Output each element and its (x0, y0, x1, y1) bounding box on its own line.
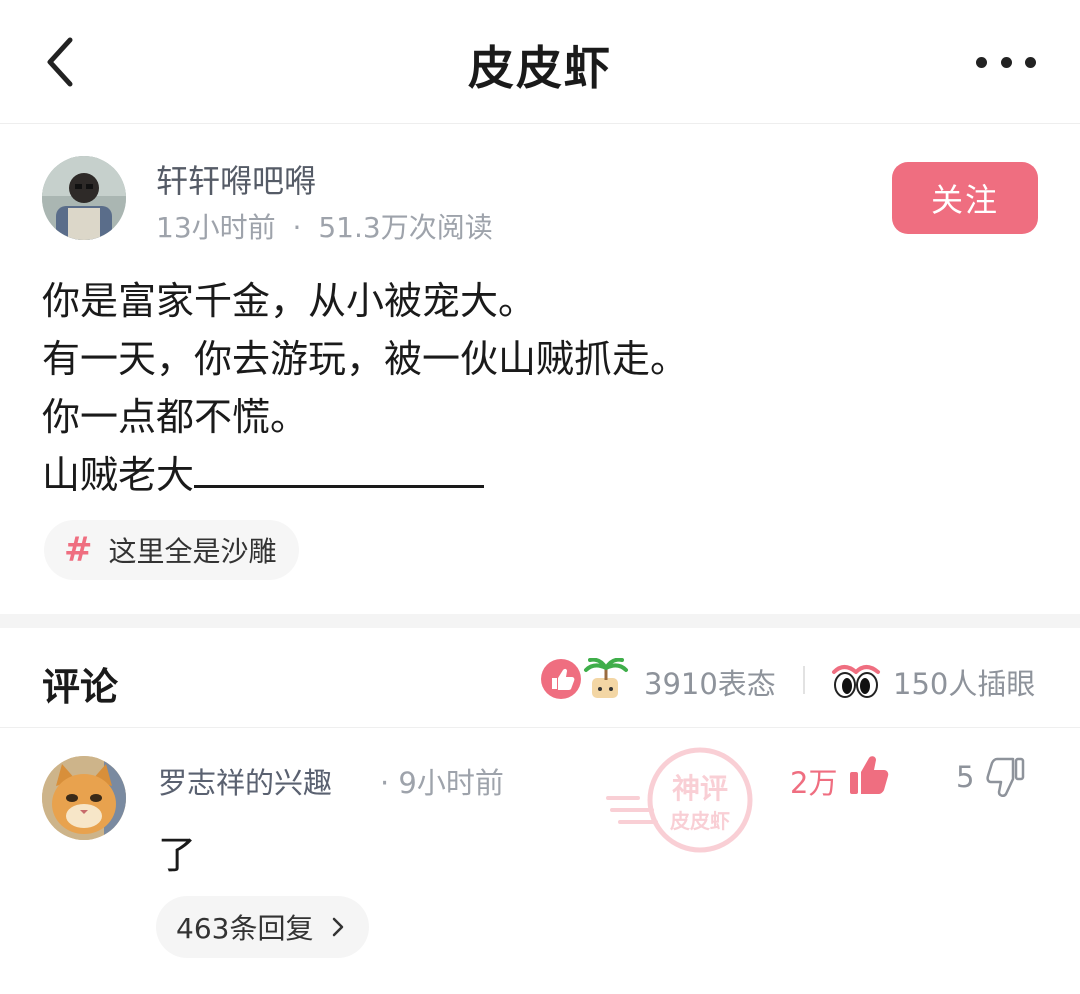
comment-item: 罗志祥的兴趣 · 9小时前 了 463条回复 2万 5 (0, 728, 1080, 994)
section-divider (0, 614, 1080, 628)
more-dots-icon[interactable] (976, 48, 1036, 76)
post-text: 你是富家千金，从小被宠大。 有一天，你去游玩，被一伙山贼抓走。 你一点都不慌。 … (42, 272, 1002, 504)
comment-time: · 9小时前 (380, 766, 504, 800)
author-name[interactable]: 轩轩嘚吧嘚 (156, 156, 316, 202)
app-title: 皮皮虾 (468, 41, 612, 95)
commenter-avatar[interactable] (42, 756, 126, 840)
view-count: 51.3万次阅读 (318, 211, 493, 244)
fill-in-blank (194, 448, 485, 488)
top-nav-bar: 皮皮虾 (0, 0, 1080, 124)
topic-label: 这里全是沙雕 (108, 535, 277, 568)
post-line: 你一点都不慌。 (42, 395, 309, 439)
thumbs-up-icon[interactable] (848, 754, 890, 796)
comments-title: 评论 (42, 665, 119, 709)
post-line: 有一天，你去游玩，被一伙山贼抓走。 (42, 337, 689, 381)
hot-comment-stamp: 神评 皮皮虾 (606, 747, 753, 853)
like-count: 2万 (790, 766, 838, 800)
post-meta: 13小时前 · 51.3万次阅读 (156, 206, 493, 246)
author-avatar[interactable] (42, 156, 126, 240)
replies-label: 463条回复 (176, 912, 314, 945)
post-line-with-blank: 山贼老大 (42, 446, 1002, 504)
replies-button[interactable]: 463条回复 (156, 896, 370, 958)
thumbs-down-icon[interactable] (986, 756, 1026, 798)
topic-tag[interactable]: # 这里全是沙雕 (44, 520, 299, 580)
chevron-right-icon (333, 917, 344, 937)
comment-text: 了 (158, 833, 197, 877)
post-card: 轩轩嘚吧嘚 13小时前 · 51.3万次阅读 关注 你是富家千金，从小被宠大。 … (0, 124, 1080, 614)
commenter-name[interactable]: 罗志祥的兴趣 (158, 760, 332, 802)
dislike-count: 5 (956, 760, 975, 794)
meta-separator: · (292, 211, 302, 244)
comments-header: 评论 3910表态 150人插眼 (0, 628, 1080, 728)
stamp-top: 神评 (672, 772, 728, 805)
stamp-bottom: 皮皮虾 (670, 809, 730, 833)
post-time: 13小时前 (156, 211, 276, 244)
hashtag-icon: # (64, 530, 93, 570)
follow-button[interactable]: 关注 (892, 162, 1038, 234)
header-separator (803, 666, 805, 694)
reactions-count[interactable]: 3910表态 (644, 661, 776, 703)
eyes-icon[interactable] (830, 660, 882, 700)
post-line: 你是富家千金，从小被宠大。 (42, 279, 537, 323)
pokes-count[interactable]: 150人插眼 (893, 661, 1035, 703)
post-line: 山贼老大 (42, 453, 195, 497)
reactions-icon[interactable] (540, 658, 630, 700)
